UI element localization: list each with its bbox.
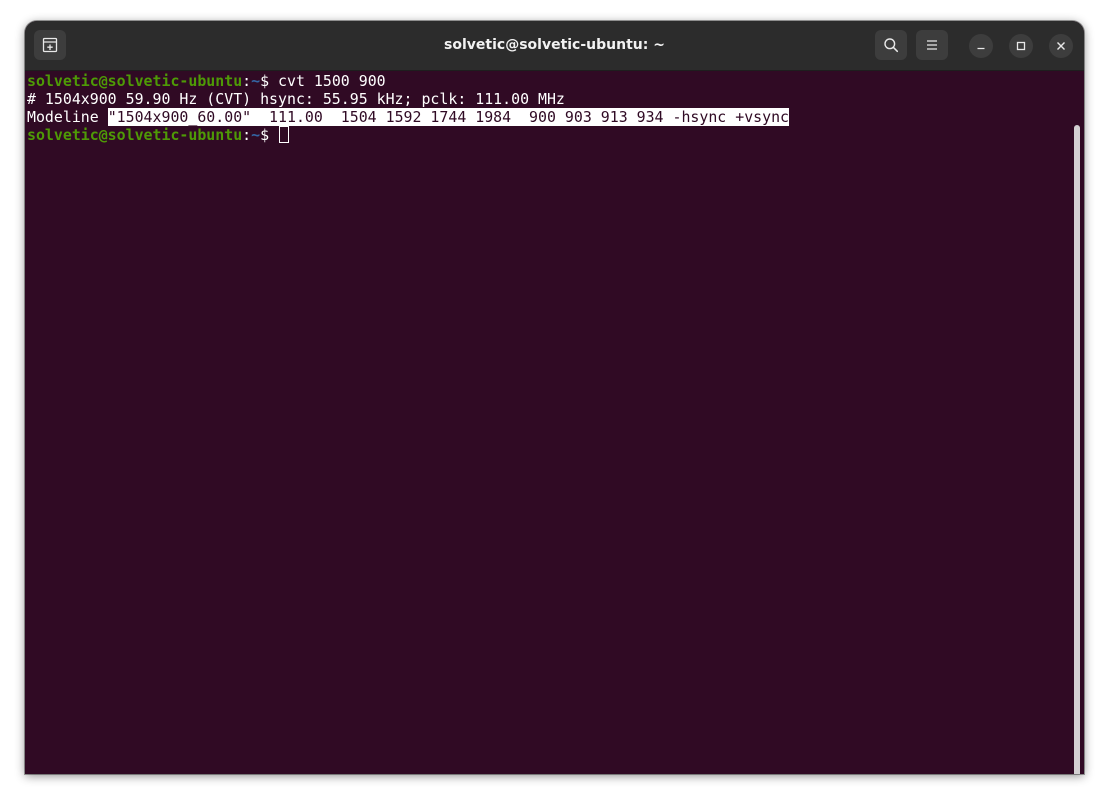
prompt-path: ~ — [251, 72, 261, 90]
modeline-line: Modeline "1504x900_60.00" 111.00 1504 15… — [27, 108, 790, 126]
hamburger-menu-icon — [927, 40, 937, 50]
modeline-selection[interactable]: "1504x900_60.00" 111.00 1504 1592 1744 1… — [107, 108, 790, 126]
minimize-button[interactable] — [969, 34, 993, 58]
close-icon — [1057, 42, 1065, 50]
menu-button[interactable] — [916, 30, 948, 60]
text-cursor — [279, 126, 290, 143]
close-button[interactable] — [1049, 34, 1073, 58]
maximize-button[interactable] — [1009, 34, 1033, 58]
prompt-symbol: $ — [260, 126, 270, 144]
scrollbar[interactable] — [1074, 125, 1080, 774]
title-bar: solvetic@solvetic-ubuntu: ~ — [25, 21, 1084, 71]
output-line: # 1504x900 59.90 Hz (CVT) hsync: 55.95 k… — [27, 90, 565, 108]
search-icon — [884, 38, 899, 53]
maximize-icon — [1016, 41, 1026, 51]
command-line: solvetic@solvetic-ubuntu:~$ cvt 1500 900 — [27, 72, 386, 90]
prompt-path: ~ — [251, 126, 261, 144]
prompt-symbol: $ — [260, 72, 270, 90]
command-text: cvt 1500 900 — [269, 72, 386, 90]
terminal-window: solvetic@solvetic-ubuntu: ~ solvetic@sol… — [25, 21, 1084, 774]
minimize-icon — [977, 47, 985, 50]
modeline-label: Modeline — [27, 108, 108, 126]
prompt-separator: : — [242, 72, 252, 90]
terminal-area[interactable]: solvetic@solvetic-ubuntu:~$ cvt 1500 900… — [25, 71, 1084, 774]
prompt-separator: : — [242, 126, 252, 144]
prompt-user: solvetic@solvetic-ubuntu — [27, 126, 243, 144]
prompt-user: solvetic@solvetic-ubuntu — [27, 72, 243, 90]
active-prompt-line: solvetic@solvetic-ubuntu:~$ — [27, 126, 290, 144]
search-button[interactable] — [875, 30, 907, 60]
